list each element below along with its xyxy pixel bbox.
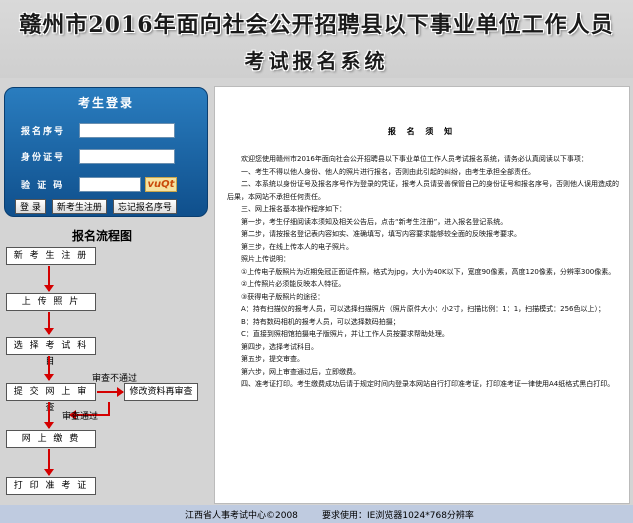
notice-paragraph: 第六步，网上审查通过后，立即缴费。 — [227, 367, 360, 376]
reg-no-input[interactable] — [79, 122, 175, 138]
notice-body: 欢迎您使用赣州市2016年面向社会公开招聘县以下事业单位工作人员考试报名系统，请… — [227, 153, 621, 391]
flow-arrow — [44, 312, 54, 335]
id-number-input[interactable] — [79, 148, 175, 164]
flow-step-submit-review: 提 交 网 上 审 查 — [6, 383, 96, 413]
captcha-input[interactable] — [79, 176, 141, 192]
login-panel: 考生登录 报名序号 身份证号 验 证 码 vuQt 登 录 新考生注册 忘记报名… — [4, 87, 208, 217]
notice-paragraph: 欢迎您使用赣州市2016年面向社会公开招聘县以下事业单位工作人员考试报名系统，请… — [227, 155, 588, 163]
notice-paragraph: B：持有数码相机的报考人员，可以选择数码拍摄； — [227, 317, 400, 326]
captcha-row: 验 证 码 vuQt — [21, 176, 177, 192]
login-buttons: 登 录 新考生注册 忘记报名序号 — [15, 199, 177, 214]
notice-paragraph: 第一步，考生仔细阅读本须知及相关公告后，点击“新考生注册”，进入报名登记系统。 — [227, 217, 508, 226]
login-title: 考生登录 — [77, 96, 134, 110]
flow-label-fail: 审查不通过 — [92, 374, 138, 384]
page-header: 赣州市2016年面向社会公开招聘县以下事业单位工作人员 考试报名系统 — [0, 0, 633, 78]
flow-arrow — [44, 266, 54, 292]
notice-paragraph: ②上传照片必须能反映本人特征。 — [227, 280, 346, 288]
flow-chart: 新 考 生 注 册 上 传 照 片 选 择 考 试 科 目 提 交 网 上 审 … — [0, 225, 210, 507]
login-button[interactable]: 登 录 — [15, 199, 46, 214]
notice-paragraph: A：持有扫描仪的报考人员，可以选择扫描照片（照片原件大小：小2寸，扫描比例：1：… — [227, 305, 606, 313]
id-label: 身份证号 — [21, 152, 66, 163]
reg-no-label: 报名序号 — [21, 126, 66, 137]
notice-paragraph: 第三步，在线上传本人的电子照片。 — [227, 242, 353, 251]
notice-paragraph: 第二步，请按报名登记表内容如实、准确填写，填写内容要求能够较全面的反映报考要求。 — [227, 230, 521, 238]
flow-step-payment: 网 上 缴 费 — [6, 430, 96, 448]
captcha-label: 验 证 码 — [21, 180, 65, 191]
flow-label-pass: 审查通过 — [62, 412, 99, 422]
flow-arrow — [44, 356, 54, 381]
page-footer: 江西省人事考试中心©2008 要求使用：IE浏览器1024*768分辨率 — [0, 505, 633, 523]
notice-paragraph: 第四步，选择考试科目。 — [227, 342, 318, 351]
notice-paragraph: 照片上传说明： — [227, 255, 290, 263]
notice-paragraph: 二、本系统以身份证号及报名序号作为登录的凭证，报考人员请妥善保管自己的身份证号和… — [227, 180, 619, 201]
notice-panel: 报 名 须 知 欢迎您使用赣州市2016年面向社会公开招聘县以下事业单位工作人员… — [214, 86, 630, 504]
notice-paragraph: ③获得电子版照片的途径： — [227, 292, 325, 301]
notice-paragraph: 四、准考证打印。考生缴费成功后请于规定时间内登录本网站自行打印准考证，打印准考证… — [227, 380, 615, 388]
notice-paragraph: C：直接到照相馆拍摄电子版照片，并让工作人员按要求帮助处理。 — [227, 330, 449, 338]
flow-step-print-ticket: 打 印 准 考 证 — [6, 477, 96, 495]
reg-no-row: 报名序号 — [21, 122, 175, 138]
id-row: 身份证号 — [21, 148, 175, 164]
notice-paragraph: 一、考生不得以他人身份、他人的照片进行报名，否则由此引起的纠纷，由考生承担全部责… — [227, 167, 535, 176]
flow-arrow — [44, 402, 54, 429]
flow-arrow-to-modify — [97, 387, 124, 397]
register-button[interactable]: 新考生注册 — [51, 199, 107, 214]
notice-title: 报 名 须 知 — [387, 127, 457, 136]
notice-paragraph: 三、网上报名基本操作程序如下： — [227, 205, 346, 213]
flow-step-upload-photo: 上 传 照 片 — [6, 293, 96, 311]
notice-paragraph: ①上传电子版照片为近期免冠正面证件照，格式为jpg，大小为40K以下，宽度90像… — [227, 267, 616, 276]
footer-copyright: 江西省人事考试中心©2008 — [185, 511, 298, 521]
footer-requirement: 要求使用：IE浏览器1024*768分辨率 — [322, 511, 474, 521]
notice-paragraph: 第五步，提交审查。 — [227, 355, 304, 363]
page-subtitle: 考试报名系统 — [244, 49, 389, 73]
forgot-reg-no-button[interactable]: 忘记报名序号 — [112, 199, 177, 214]
captcha-image[interactable]: vuQt — [145, 176, 177, 192]
page-title: 赣州市2016年面向社会公开招聘县以下事业单位工作人员 — [19, 12, 614, 38]
flow-step-modify-resubmit: 修改资料再审查 — [124, 383, 198, 401]
flow-arrow — [44, 449, 54, 476]
flow-step-select-subject: 选 择 考 试 科 目 — [6, 337, 96, 367]
flow-step-register: 新 考 生 注 册 — [6, 247, 96, 265]
